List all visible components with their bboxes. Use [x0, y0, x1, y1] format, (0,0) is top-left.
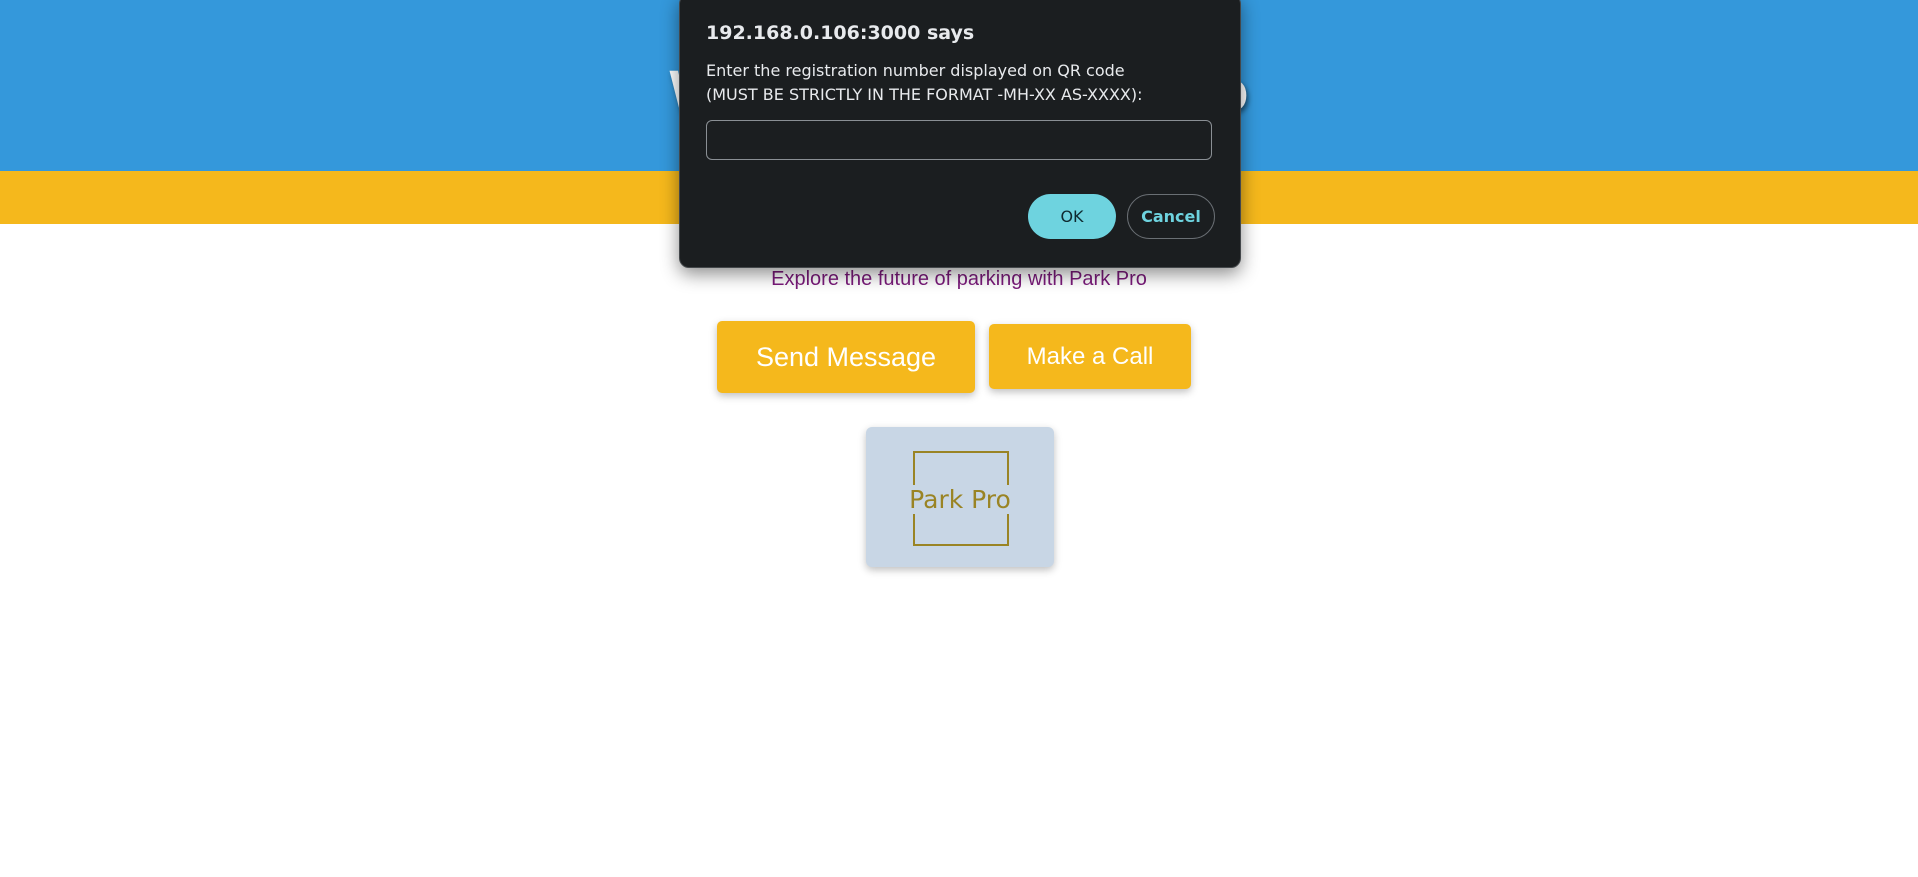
logo-text: Park Pro	[908, 485, 1012, 514]
dialog-message: Enter the registration number displayed …	[706, 59, 1143, 107]
cancel-button[interactable]: Cancel	[1127, 194, 1215, 239]
prompt-dialog: 192.168.0.106:3000 says Enter the regist…	[679, 0, 1241, 268]
page: Welcome to Park Pro Explore the future o…	[0, 0, 1918, 877]
send-message-button[interactable]: Send Message	[717, 321, 975, 393]
tagline: Explore the future of parking with Park …	[771, 268, 1147, 290]
registration-number-input[interactable]	[706, 120, 1212, 160]
park-pro-logo-card: Park Pro	[866, 427, 1054, 567]
make-call-button[interactable]: Make a Call	[989, 324, 1191, 389]
dialog-title: 192.168.0.106:3000 says	[706, 22, 975, 44]
ok-button[interactable]: OK	[1028, 194, 1116, 239]
dialog-message-line-1: Enter the registration number displayed …	[706, 61, 1125, 80]
dialog-message-line-2: (MUST BE STRICTLY IN THE FORMAT -MH-XX A…	[706, 85, 1143, 104]
